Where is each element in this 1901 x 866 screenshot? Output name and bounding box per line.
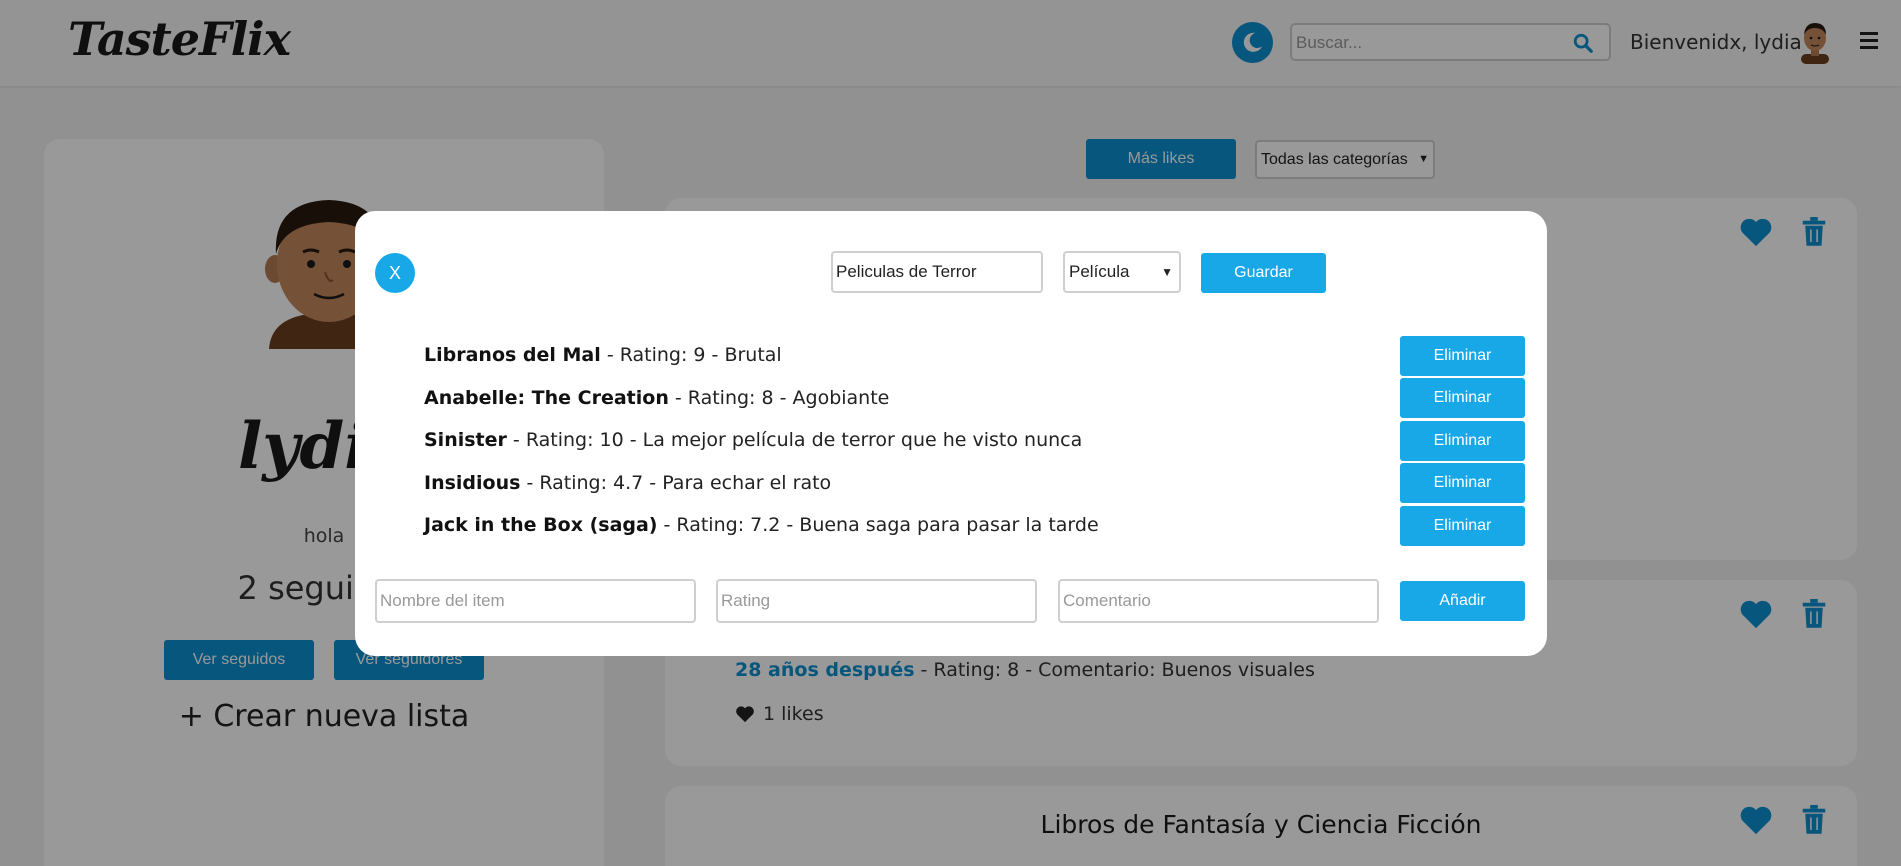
list-item: Insidious - Rating: 4.7 - Para echar el … xyxy=(424,472,831,494)
delete-item-button[interactable]: Eliminar xyxy=(1400,506,1525,546)
new-item-rating-input[interactable] xyxy=(716,579,1037,623)
list-type-value: Película xyxy=(1069,262,1130,281)
chevron-down-icon: ▼ xyxy=(1161,265,1173,279)
item-details: - Rating: 9 - Brutal xyxy=(600,344,782,366)
item-name: Jack in the Box (saga) xyxy=(424,514,658,536)
delete-item-button[interactable]: Eliminar xyxy=(1400,463,1525,503)
new-item-comment-input[interactable] xyxy=(1058,579,1379,623)
list-title-input[interactable] xyxy=(831,251,1043,293)
item-details: - Rating: 4.7 - Para echar el rato xyxy=(520,472,832,494)
item-details: - Rating: 10 - La mejor película de terr… xyxy=(506,429,1083,451)
item-name: Insidious xyxy=(424,472,521,494)
item-details: - Rating: 8 - Agobiante xyxy=(668,387,890,409)
list-item: Libranos del Mal - Rating: 9 - Brutal xyxy=(424,344,782,366)
delete-item-button[interactable]: Eliminar xyxy=(1400,421,1525,461)
item-details: - Rating: 7.2 - Buena saga para pasar la… xyxy=(657,514,1099,536)
add-item-button[interactable]: Añadir xyxy=(1400,581,1525,621)
delete-item-button[interactable]: Eliminar xyxy=(1400,378,1525,418)
list-item: Jack in the Box (saga) - Rating: 7.2 - B… xyxy=(424,514,1099,536)
item-name: Anabelle: The Creation xyxy=(424,387,669,409)
delete-item-button[interactable]: Eliminar xyxy=(1400,336,1525,376)
save-button[interactable]: Guardar xyxy=(1201,253,1326,293)
list-item: Sinister - Rating: 10 - La mejor películ… xyxy=(424,429,1082,451)
close-modal-button[interactable]: X xyxy=(375,253,415,293)
list-item: Anabelle: The Creation - Rating: 8 - Ago… xyxy=(424,387,889,409)
new-item-name-input[interactable] xyxy=(375,579,696,623)
edit-list-modal: X Película ▼ Guardar Libranos del Mal - … xyxy=(355,211,1547,656)
item-name: Libranos del Mal xyxy=(424,344,601,366)
list-type-select[interactable]: Película ▼ xyxy=(1063,251,1181,293)
item-name: Sinister xyxy=(424,429,507,451)
